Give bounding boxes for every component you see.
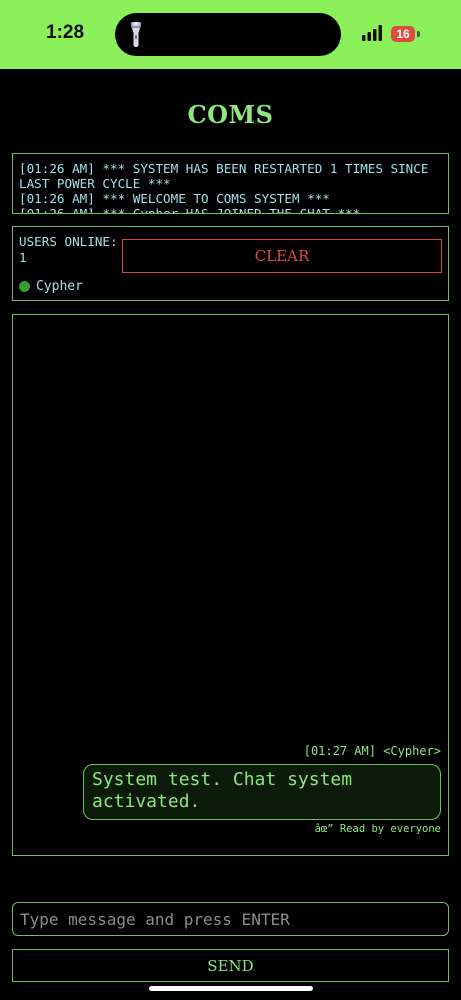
battery-icon: 16 [391, 26, 415, 42]
battery-tip [417, 31, 420, 37]
battery-level: 16 [396, 27, 410, 41]
dynamic-island [115, 13, 341, 56]
app-title: COMS [187, 100, 274, 129]
status-bar: 1:28 16 [0, 0, 461, 69]
system-log[interactable]: [01:26 AM] *** SYSTEM HAS BEEN RESTARTED… [12, 153, 449, 214]
send-button[interactable]: SEND [12, 949, 449, 982]
message-bubble: System test. Chat system activated. [83, 764, 441, 820]
system-log-text: [01:26 AM] *** SYSTEM HAS BEEN RESTARTED… [19, 161, 429, 214]
user-name: Cypher [36, 279, 83, 294]
user-list-item: Cypher [19, 279, 83, 294]
users-panel: USERS ONLINE: 1 CLEAR Cypher [12, 226, 449, 301]
clear-button[interactable]: CLEAR [122, 239, 442, 273]
home-indicator[interactable] [149, 986, 313, 991]
message-input[interactable] [12, 902, 449, 936]
chat-window[interactable]: [01:27 AM] <Cypher> System test. Chat sy… [12, 314, 449, 856]
users-online-label: USERS ONLINE: 1 [19, 234, 118, 265]
message-meta: [01:27 AM] <Cypher> [303, 744, 441, 758]
flashlight-icon [131, 22, 141, 47]
signal-icon [362, 25, 382, 41]
status-time: 1:28 [46, 22, 85, 43]
online-status-icon [19, 281, 30, 292]
read-receipt: âœ” Read by everyone [314, 823, 441, 835]
